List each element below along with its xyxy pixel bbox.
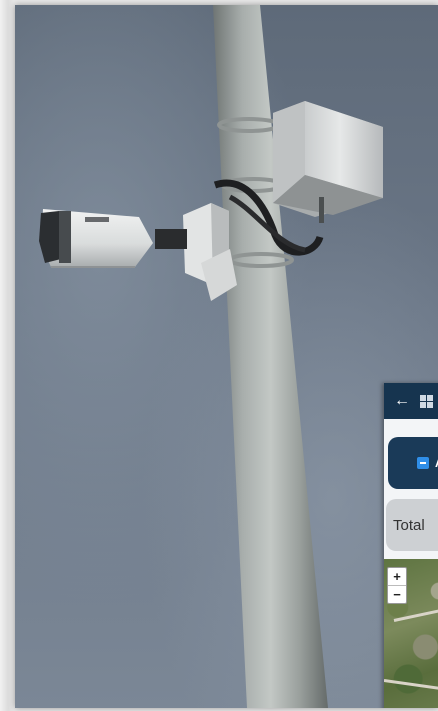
map-zoom-control: + −: [387, 567, 407, 604]
pole-camera-photo: ← At Total + −: [15, 5, 438, 708]
total-summary-bar: Total: [386, 499, 438, 551]
satellite-map[interactable]: + −: [384, 559, 438, 708]
grid-icon[interactable]: [420, 394, 433, 408]
arrow-left-icon[interactable]: ←: [394, 393, 410, 409]
phone-app-screenshot: ← At Total + −: [384, 383, 438, 708]
total-label: Total: [393, 516, 425, 534]
app-top-bar: ←: [384, 383, 438, 419]
map-road: [384, 679, 438, 692]
minus-icon: [417, 457, 429, 469]
zoom-out-button[interactable]: −: [388, 585, 406, 603]
primary-action-button[interactable]: At: [388, 437, 438, 489]
map-road: [393, 604, 438, 622]
zoom-in-button[interactable]: +: [388, 568, 406, 585]
